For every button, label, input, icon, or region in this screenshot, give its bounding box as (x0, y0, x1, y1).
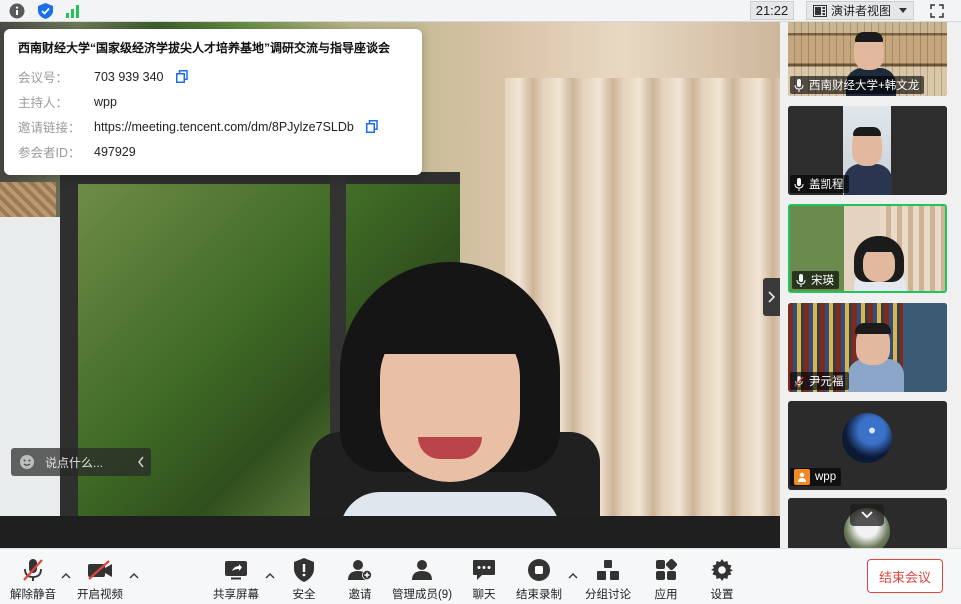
host-label: 主持人： (18, 96, 69, 110)
speaker-view-label: 演讲者视图 (831, 4, 892, 18)
participant-name: 尹元福 (809, 376, 844, 388)
info-icon[interactable] (8, 2, 26, 20)
speaker-view-button[interactable]: 演讲者视图 (806, 1, 914, 20)
camera-off-icon (87, 557, 113, 583)
speaker-view-icon (813, 4, 827, 17)
security-button[interactable]: 安全 (290, 557, 318, 603)
apps-button[interactable]: 应用 (652, 557, 680, 603)
chevron-up-icon[interactable] (265, 573, 275, 581)
chevron-left-icon[interactable] (137, 455, 145, 473)
breakout-button[interactable]: 分组讨论 (585, 557, 631, 603)
chevron-down-icon (861, 511, 873, 519)
participant-name-label: 尹元福 (790, 372, 849, 390)
security-label: 安全 (292, 589, 316, 601)
chevron-down-icon (899, 8, 907, 13)
participant-tile[interactable] (788, 498, 947, 548)
chat-button[interactable]: 聊天 (470, 557, 498, 603)
unmute-label: 解除静音 (10, 589, 56, 601)
unmute-button[interactable]: 解除静音 (10, 557, 56, 603)
share-screen-label: 共享屏幕 (213, 589, 259, 601)
chevron-up-icon[interactable] (61, 573, 71, 581)
participant-tile[interactable]: 西南财经大学+韩文龙 (788, 22, 947, 96)
end-meeting-button[interactable]: 结束会议 (867, 559, 943, 593)
stop-record-icon (526, 557, 552, 583)
breakout-icon (595, 557, 621, 583)
participant-tile-active[interactable]: 宋瑛 (788, 204, 947, 293)
invite-link-label: 邀请链接： (18, 121, 81, 135)
start-video-button[interactable]: 开启视频 (76, 557, 124, 603)
breakout-label: 分组讨论 (585, 589, 631, 601)
meeting-id-label: 会议号： (18, 71, 69, 85)
chevron-up-icon[interactable] (568, 573, 578, 581)
participant-tile[interactable]: 盖凯程 (788, 106, 947, 195)
microphone-icon (794, 177, 804, 191)
invite-link-value[interactable]: https://meeting.tencent.com/dm/8PJylze7S… (94, 120, 354, 134)
basket-background (0, 182, 56, 222)
meeting-time: 21:22 (750, 1, 794, 20)
bottom-toolbar: 解除静音 开启视频 共享屏幕 安全 邀请 管理成员(9) 聊天 结束录制 分组讨… (0, 548, 961, 604)
apps-icon (653, 557, 679, 583)
shield-icon[interactable] (36, 2, 54, 20)
shield-icon (291, 557, 317, 583)
participant-name-label: 宋瑛 (792, 271, 839, 289)
manage-members-button[interactable]: 管理成员(9) (391, 557, 453, 603)
invite-label: 邀请 (348, 589, 372, 601)
chat-input[interactable]: 说点什么... (11, 448, 151, 476)
microphone-icon (794, 78, 804, 92)
participant-name-label: 盖凯程 (790, 175, 849, 193)
chat-label: 聊天 (472, 589, 496, 601)
chevron-up-icon[interactable] (129, 573, 139, 581)
meeting-title: 西南财经大学“国家级经济学拔尖人才培养基地”调研交流与指导座谈会 (18, 41, 391, 55)
microphone-muted-icon (794, 375, 804, 388)
participant-name: 宋瑛 (811, 275, 834, 287)
invite-link-row: 邀请链接： https://meeting.tencent.com/dm/8PJ… (18, 114, 408, 139)
meeting-id-value: 703 939 340 (94, 69, 164, 84)
members-icon (409, 557, 435, 583)
host-row: 主持人： wpp (18, 89, 408, 114)
settings-button[interactable]: 设置 (708, 557, 736, 603)
manage-members-label: 管理成员(9) (391, 589, 453, 601)
meeting-info-popup: 西南财经大学“国家级经济学拔尖人才培养基地”调研交流与指导座谈会 会议号： 70… (4, 29, 422, 175)
scroll-down-button[interactable] (850, 504, 884, 526)
settings-label: 设置 (710, 589, 734, 601)
invite-button[interactable]: 邀请 (346, 557, 374, 603)
start-video-label: 开启视频 (77, 589, 123, 601)
signal-icon[interactable] (64, 2, 82, 20)
copy-icon[interactable] (175, 69, 190, 84)
participant-tile[interactable]: 尹元福 (788, 303, 947, 392)
share-screen-icon (223, 557, 249, 583)
participant-tile[interactable]: wpp (788, 401, 947, 490)
microphone-icon (796, 273, 806, 287)
participant-id-label: 参会者ID： (18, 146, 81, 160)
chat-placeholder: 说点什么... (45, 455, 104, 470)
add-user-icon (347, 557, 373, 583)
chevron-right-icon (768, 291, 775, 303)
chat-icon (471, 557, 497, 583)
avatar (842, 413, 892, 463)
copy-icon[interactable] (365, 119, 380, 134)
emoji-icon[interactable] (19, 454, 35, 470)
share-screen-button[interactable]: 共享屏幕 (212, 557, 260, 603)
participant-name: 西南财经大学+韩文龙 (809, 80, 920, 92)
meeting-id-row: 会议号： 703 939 340 (18, 64, 408, 89)
participant-name-label: 西南财经大学+韩文龙 (790, 76, 925, 94)
gallery-toggle-button[interactable] (763, 278, 780, 316)
end-recording-label: 结束录制 (516, 589, 562, 601)
host-value: wpp (94, 94, 117, 109)
participant-name-label: wpp (790, 468, 842, 486)
apps-label: 应用 (654, 589, 678, 601)
participant-name: wpp (815, 471, 837, 483)
speaker-person (320, 262, 580, 516)
fullscreen-icon[interactable] (926, 1, 948, 20)
participant-gallery: 西南财经大学+韩文龙 盖凯程 宋瑛 尹元福 wpp (780, 22, 961, 548)
participant-name: 盖凯程 (809, 179, 844, 191)
end-recording-button[interactable]: 结束录制 (516, 557, 562, 603)
top-bar: 21:22 演讲者视图 (0, 0, 961, 22)
microphone-muted-icon (20, 557, 46, 583)
gear-icon (709, 557, 735, 583)
participant-id-value: 497929 (94, 144, 136, 159)
participant-id-row: 参会者ID： 497929 (18, 139, 408, 164)
user-icon (794, 469, 810, 485)
